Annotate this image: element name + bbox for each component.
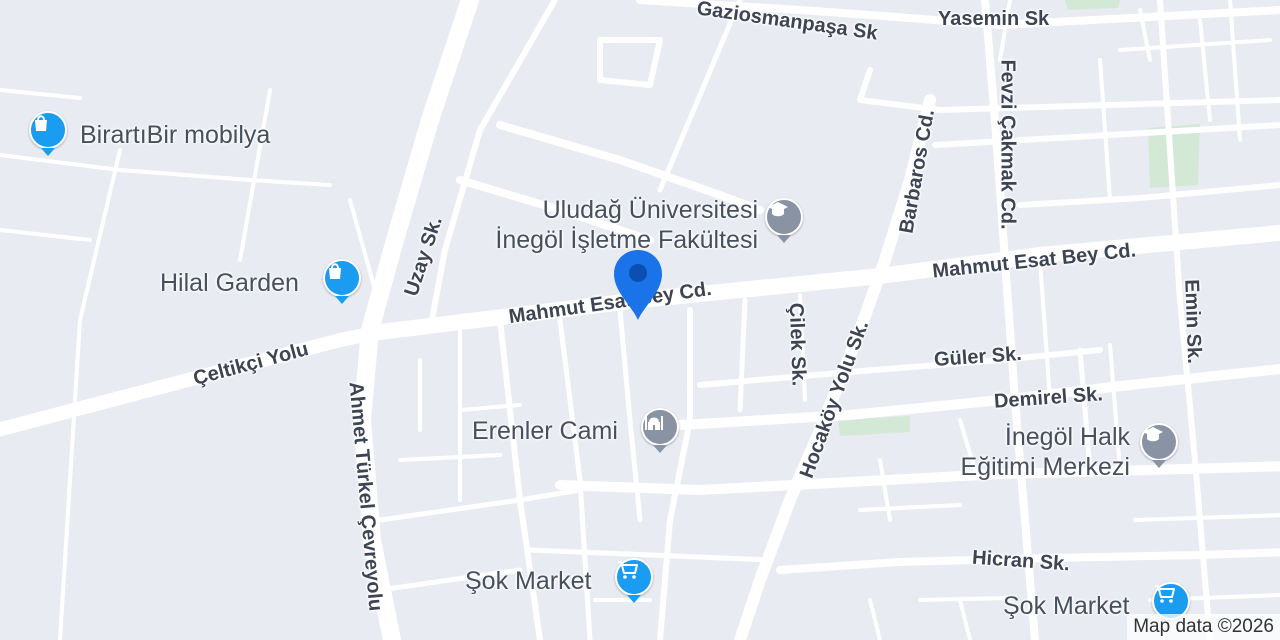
road-south-east [555, 461, 1280, 495]
poi-pointer [653, 445, 667, 453]
shopping-bag-icon[interactable] [323, 259, 361, 297]
poi-label-line: Uludağ Üniversitesi [542, 196, 758, 224]
road-celtikci-yolu [0, 325, 387, 437]
poi-pointer [1152, 460, 1166, 468]
shopping-cart-icon[interactable] [615, 558, 653, 596]
poi-label-inegol-halk-egitimi[interactable]: İnegöl Halk Eğitimi Merkezi [960, 422, 1130, 482]
poi-label-line: İnegöl İşletme Fakültesi [495, 226, 758, 254]
map-attribution[interactable]: Map data ©2026 [1127, 614, 1280, 640]
park-area [1065, 0, 1120, 10]
poi-label-sok-market[interactable]: Şok Market [465, 566, 591, 596]
graduation-cap-icon[interactable] [1140, 423, 1178, 461]
shopping-bag-icon[interactable] [29, 111, 67, 149]
poi-label-uludag-universitesi[interactable]: Uludağ Üniversitesi İnegöl İşletme Fakül… [460, 195, 758, 255]
poi-label-hilal-garden[interactable]: Hilal Garden [160, 268, 299, 298]
road-guler [697, 347, 1103, 388]
poi-pointer [41, 148, 55, 156]
mosque-icon[interactable] [641, 408, 679, 446]
poi-label-line: Eğitimi Merkezi [960, 453, 1130, 481]
street-label: Çilek Sk. [784, 302, 810, 387]
map-roads-layer [0, 0, 1280, 640]
poi-label-birartibir-mobilya[interactable]: BirartıBir mobilya [80, 120, 270, 150]
poi-label-erenler-cami[interactable]: Erenler Cami [472, 416, 618, 446]
street-label: Yasemin Sk [938, 8, 1050, 30]
road-upper-left [0, 153, 332, 187]
poi-label-sok-market[interactable]: Şok Market [1003, 591, 1129, 621]
map-canvas[interactable]: Gaziosmanpaşa Sk Yasemin Sk Fevzi Çakmak… [0, 0, 1280, 640]
poi-pointer [335, 296, 349, 304]
street-label: Emin Sk. [1180, 278, 1206, 365]
poi-label-line: İnegöl Halk [1004, 423, 1130, 451]
street-label: Fevzi Çakmak Cd. [996, 59, 1019, 230]
poi-pointer [777, 235, 791, 243]
graduation-cap-icon[interactable] [765, 198, 803, 236]
poi-pointer [627, 595, 641, 603]
road-upper-left-2 [0, 88, 82, 100]
